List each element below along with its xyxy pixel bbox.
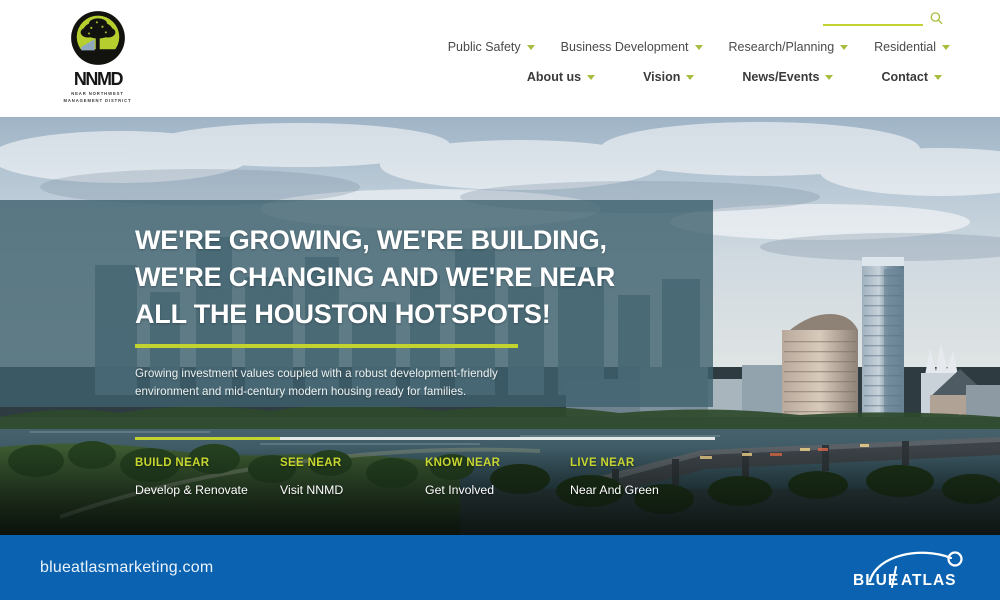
- svg-text:NNMD: NNMD: [73, 69, 123, 89]
- tile-label: Get Involved: [425, 483, 495, 497]
- nav-row-primary: Public Safety Business Development Resea…: [448, 40, 950, 54]
- chevron-down-icon: [934, 74, 942, 80]
- nav-label: Business Development: [560, 40, 689, 54]
- headline-line-1: WE'RE GROWING, WE'RE BUILDING,: [135, 225, 607, 255]
- nav-item-residential[interactable]: Residential: [874, 40, 950, 54]
- category-tile-build-near[interactable]: BUILD NEAR Develop & Renovate: [135, 457, 280, 497]
- headline-line-2: WE'RE CHANGING AND WE'RE NEAR: [135, 261, 616, 292]
- logo-subtitle-line-1: NEAR NORTHWEST: [71, 91, 124, 96]
- hero-text-block: WE'RE GROWING, WE'RE BUILDING, WE'RE CHA…: [135, 222, 695, 401]
- category-tile-see-near[interactable]: SEE NEAR Visit NNMD: [280, 457, 425, 497]
- blue-atlas-logo[interactable]: BLUE ATLAS: [848, 544, 978, 592]
- footer-website-url[interactable]: blueatlasmarketing.com: [40, 559, 213, 577]
- subtext-line-2: environment and mid-century modern housi…: [135, 384, 467, 398]
- nav-label: About us: [526, 70, 582, 84]
- search-area: [823, 10, 944, 26]
- nav-item-business-development[interactable]: Business Development: [561, 40, 703, 54]
- nav-item-news-events[interactable]: News/Events: [742, 70, 834, 84]
- nav-label: Research/Planning: [728, 40, 835, 54]
- headline-line-3: ALL THE HOUSTON HOTSPOTS!: [135, 298, 551, 329]
- chevron-down-icon: [694, 44, 703, 50]
- tile-kicker: SEE NEAR: [280, 457, 342, 469]
- nav-item-about-us[interactable]: About us: [526, 70, 596, 84]
- slider-progress-bar[interactable]: [135, 437, 715, 440]
- nav-item-public-safety[interactable]: Public Safety: [448, 40, 535, 54]
- tile-label: Near And Green: [570, 483, 659, 497]
- nav-item-research-planning[interactable]: Research/Planning: [729, 40, 849, 54]
- chevron-down-icon: [840, 44, 849, 50]
- logo-wordmark: NNMD: [73, 69, 124, 89]
- site-logo[interactable]: NNMD NEAR NORTHWEST MANAGEMENT DISTRICT: [60, 10, 135, 105]
- svg-text:ATLAS: ATLAS: [901, 572, 957, 589]
- tile-label: Develop & Renovate: [135, 483, 248, 497]
- nav-row-secondary: About us Vision News/Events Contact: [480, 70, 950, 84]
- hero-subtext: Growing investment values coupled with a…: [135, 365, 695, 401]
- nav-item-contact[interactable]: Contact: [881, 70, 942, 84]
- chevron-down-icon: [825, 74, 834, 80]
- site-header: NNMD NEAR NORTHWEST MANAGEMENT DISTRICT …: [0, 0, 1000, 117]
- svg-text:BLUE: BLUE: [853, 572, 899, 589]
- tile-kicker: BUILD NEAR: [135, 457, 210, 469]
- tile-kicker: LIVE NEAR: [570, 457, 635, 469]
- search-input[interactable]: [823, 10, 923, 26]
- chevron-down-icon: [526, 44, 535, 50]
- search-icon[interactable]: [929, 11, 944, 26]
- tile-label: Visit NNMD: [280, 483, 344, 497]
- footer-bar: blueatlasmarketing.com BLUE ATLAS: [0, 535, 1000, 600]
- hero-section: WE'RE GROWING, WE'RE BUILDING, WE'RE CHA…: [0, 117, 1000, 535]
- nav-label: Public Safety: [447, 40, 521, 54]
- chevron-down-icon: [587, 74, 596, 80]
- chevron-down-icon: [686, 74, 695, 80]
- tree-in-circle-icon: [70, 11, 125, 65]
- slider-progress-fill: [135, 437, 280, 440]
- nav-label: Vision: [643, 70, 681, 84]
- main-navigation: Public Safety Business Development Resea…: [448, 40, 950, 84]
- nav-label: News/Events: [742, 70, 820, 84]
- category-tile-know-near[interactable]: KNOW NEAR Get Involved: [425, 457, 570, 497]
- nav-label: Residential: [874, 40, 936, 54]
- tile-kicker: KNOW NEAR: [425, 457, 501, 469]
- nav-item-vision[interactable]: Vision: [643, 70, 695, 84]
- hero-headline: WE'RE GROWING, WE'RE BUILDING, WE'RE CHA…: [135, 222, 695, 333]
- hero-category-tiles: BUILD NEAR Develop & Renovate SEE NEAR V…: [135, 437, 715, 497]
- logo-subtitle-line-2: MANAGEMENT DISTRICT: [63, 98, 132, 104]
- category-tile-live-near[interactable]: LIVE NEAR Near And Green: [570, 457, 715, 497]
- category-tile-row: BUILD NEAR Develop & Renovate SEE NEAR V…: [135, 457, 715, 497]
- headline-accent-rule: [135, 343, 518, 348]
- nav-label: Contact: [881, 70, 928, 84]
- subtext-line-1: Growing investment values coupled with a…: [135, 366, 498, 380]
- chevron-down-icon: [942, 44, 950, 50]
- page-root: WE'RE GROWING, WE'RE BUILDING, WE'RE CHA…: [0, 0, 1000, 600]
